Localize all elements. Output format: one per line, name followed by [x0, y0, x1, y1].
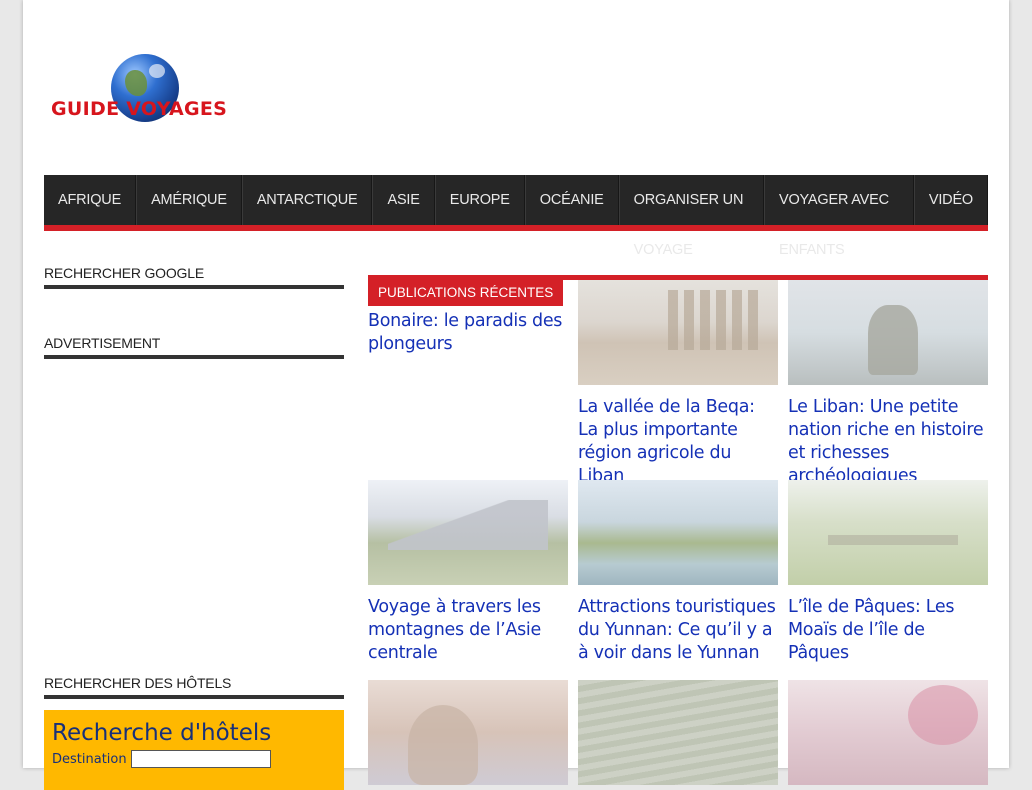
nav-item-asie[interactable]: ASIE [372, 175, 435, 225]
post-thumbnail[interactable] [578, 680, 778, 785]
post-card[interactable] [578, 680, 778, 785]
post-title[interactable]: Attractions touristiques du Yunnan: Ce q… [578, 596, 778, 665]
post-card[interactable]: Attractions touristiques du Yunnan: Ce q… [578, 480, 778, 665]
post-card[interactable]: L’île de Pâques: Les Moaïs de l’île de P… [788, 480, 988, 665]
post-card[interactable]: Bonaire: le paradis des plongeurs [368, 310, 568, 356]
post-thumbnail[interactable] [788, 680, 988, 785]
site-logo[interactable]: GUIDE VOYAGES [51, 52, 241, 127]
post-title[interactable]: Voyage à travers les montagnes de l’Asie… [368, 596, 568, 665]
post-card[interactable] [368, 680, 568, 785]
nav-item-voyager-enfants[interactable]: VOYAGER AVEC ENFANTS [763, 175, 914, 258]
nav-item-amerique[interactable]: AMÉRIQUE [136, 175, 242, 225]
widget-title-hotel-search: RECHERCHER DES HÔTELS [44, 675, 344, 699]
post-card[interactable]: Le Liban: Une petite nation riche en his… [788, 280, 988, 488]
widget-title-google-search: RECHERCHER GOOGLE [44, 265, 344, 289]
post-thumbnail[interactable] [368, 480, 568, 585]
section-tag: PUBLICATIONS RÉCENTES [368, 280, 564, 306]
post-card[interactable] [788, 680, 988, 785]
hotel-search-heading: Recherche d'hôtels [52, 720, 272, 746]
post-thumbnail[interactable] [368, 680, 568, 785]
page-container: GUIDE VOYAGES AFRIQUE AMÉRIQUE ANTARCTIQ… [23, 0, 1009, 790]
hotel-search-box: Recherche d'hôtels Destination [44, 710, 344, 790]
post-card[interactable]: La vallée de la Beqa: La plus importante… [578, 280, 778, 488]
post-thumbnail[interactable] [788, 280, 988, 385]
widget-title-advertisement: ADVERTISEMENT [44, 335, 344, 359]
post-title[interactable]: L’île de Pâques: Les Moaïs de l’île de P… [788, 596, 988, 665]
post-title[interactable]: Bonaire: le paradis des plongeurs [368, 310, 568, 356]
post-thumbnail[interactable] [788, 480, 988, 585]
nav-item-oceanie[interactable]: OCÉANIE [524, 175, 619, 225]
nav-item-afrique[interactable]: AFRIQUE [44, 175, 137, 225]
post-thumbnail[interactable] [578, 480, 778, 585]
nav-item-video[interactable]: VIDÉO [913, 175, 988, 225]
destination-input[interactable] [130, 750, 271, 768]
logo-text: GUIDE VOYAGES [51, 98, 228, 120]
destination-label: Destination [52, 751, 127, 767]
nav-item-europe[interactable]: EUROPE [434, 175, 525, 225]
post-card[interactable]: Voyage à travers les montagnes de l’Asie… [368, 480, 568, 665]
post-thumbnail[interactable] [578, 280, 778, 385]
nav-item-antarctique[interactable]: ANTARCTIQUE [241, 175, 373, 225]
post-title[interactable]: La vallée de la Beqa: La plus importante… [578, 396, 778, 488]
main-nav: AFRIQUE AMÉRIQUE ANTARCTIQUE ASIE EUROPE… [44, 175, 988, 258]
post-title[interactable]: Le Liban: Une petite nation riche en his… [788, 396, 988, 488]
nav-item-organiser-voyage[interactable]: ORGANISER UN VOYAGE [618, 175, 764, 258]
